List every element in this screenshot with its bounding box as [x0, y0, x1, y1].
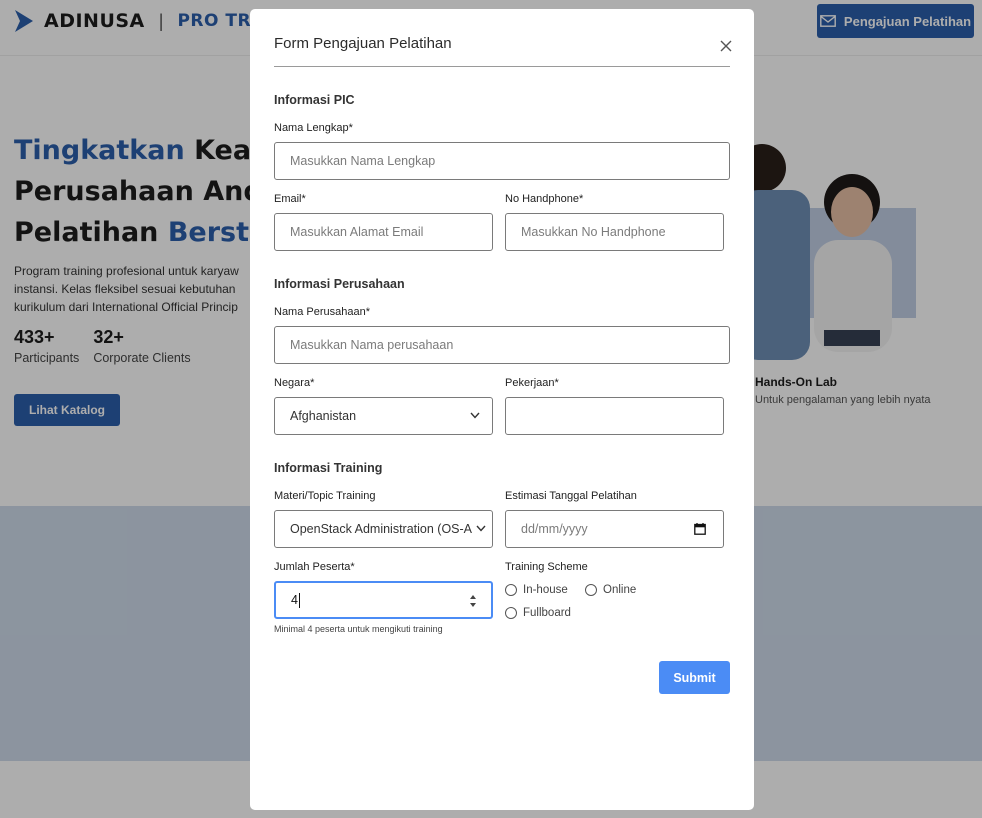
nama-perusahaan-input[interactable]: Masukkan Nama perusahaan	[274, 326, 730, 364]
radio-online[interactable]: Online	[585, 584, 636, 596]
nama-perusahaan-label: Nama Perusahaan*	[274, 306, 371, 318]
pengajuan-form-modal: Form Pengajuan Pelatihan Informasi PIC N…	[250, 9, 754, 810]
estimasi-tanggal-label: Estimasi Tanggal Pelatihan	[505, 490, 637, 502]
nama-lengkap-input[interactable]: Masukkan Nama Lengkap	[274, 142, 730, 180]
pekerjaan-label: Pekerjaan*	[505, 377, 559, 389]
calendar-icon[interactable]	[694, 523, 706, 535]
materi-topic-label: Materi/Topic Training	[274, 490, 376, 502]
materi-topic-value: OpenStack Administration (OS-A	[290, 522, 473, 536]
radio-circle[interactable]	[505, 607, 517, 619]
no-handphone-label: No Handphone*	[505, 193, 584, 205]
date-placeholder: dd/mm/yyyy	[521, 522, 588, 536]
close-icon[interactable]	[719, 39, 733, 53]
radio-fullboard-label: Fullboard	[523, 607, 571, 619]
jumlah-peserta-label: Jumlah Peserta*	[274, 561, 355, 573]
modal-title: Form Pengajuan Pelatihan	[274, 35, 452, 52]
chevron-down-icon	[476, 525, 486, 532]
email-label: Email*	[274, 193, 306, 205]
negara-select[interactable]: Afghanistan	[274, 397, 493, 435]
jumlah-peserta-hint: Minimal 4 peserta untuk mengikuti traini…	[274, 624, 443, 634]
radio-in-house-label: In-house	[523, 584, 568, 596]
radio-circle[interactable]	[585, 584, 597, 596]
modal-divider	[274, 66, 730, 67]
negara-value: Afghanistan	[290, 409, 357, 423]
radio-online-label: Online	[603, 584, 637, 596]
materi-topic-select[interactable]: OpenStack Administration (OS-A	[274, 510, 493, 548]
jumlah-peserta-value: 4	[291, 593, 298, 607]
radio-in-house[interactable]: In-house	[505, 584, 568, 596]
chevron-down-icon	[470, 412, 480, 419]
radio-circle[interactable]	[505, 584, 517, 596]
submit-button[interactable]: Submit	[659, 661, 730, 694]
estimasi-tanggal-input[interactable]: dd/mm/yyyy	[505, 510, 724, 548]
training-scheme-label: Training Scheme	[505, 561, 588, 573]
jumlah-peserta-input[interactable]: 4	[274, 581, 493, 619]
section-informasi-training: Informasi Training	[274, 461, 383, 475]
nama-lengkap-label: Nama Lengkap*	[274, 122, 353, 134]
text-caret	[298, 592, 300, 608]
section-informasi-perusahaan: Informasi Perusahaan	[274, 277, 405, 291]
number-spinner-icon[interactable]	[469, 593, 477, 609]
section-informasi-pic: Informasi PIC	[274, 93, 355, 107]
email-input[interactable]: Masukkan Alamat Email	[274, 213, 493, 251]
pekerjaan-input[interactable]	[505, 397, 724, 435]
radio-fullboard[interactable]: Fullboard	[505, 607, 571, 619]
negara-label: Negara*	[274, 377, 315, 389]
no-handphone-input[interactable]: Masukkan No Handphone	[505, 213, 724, 251]
